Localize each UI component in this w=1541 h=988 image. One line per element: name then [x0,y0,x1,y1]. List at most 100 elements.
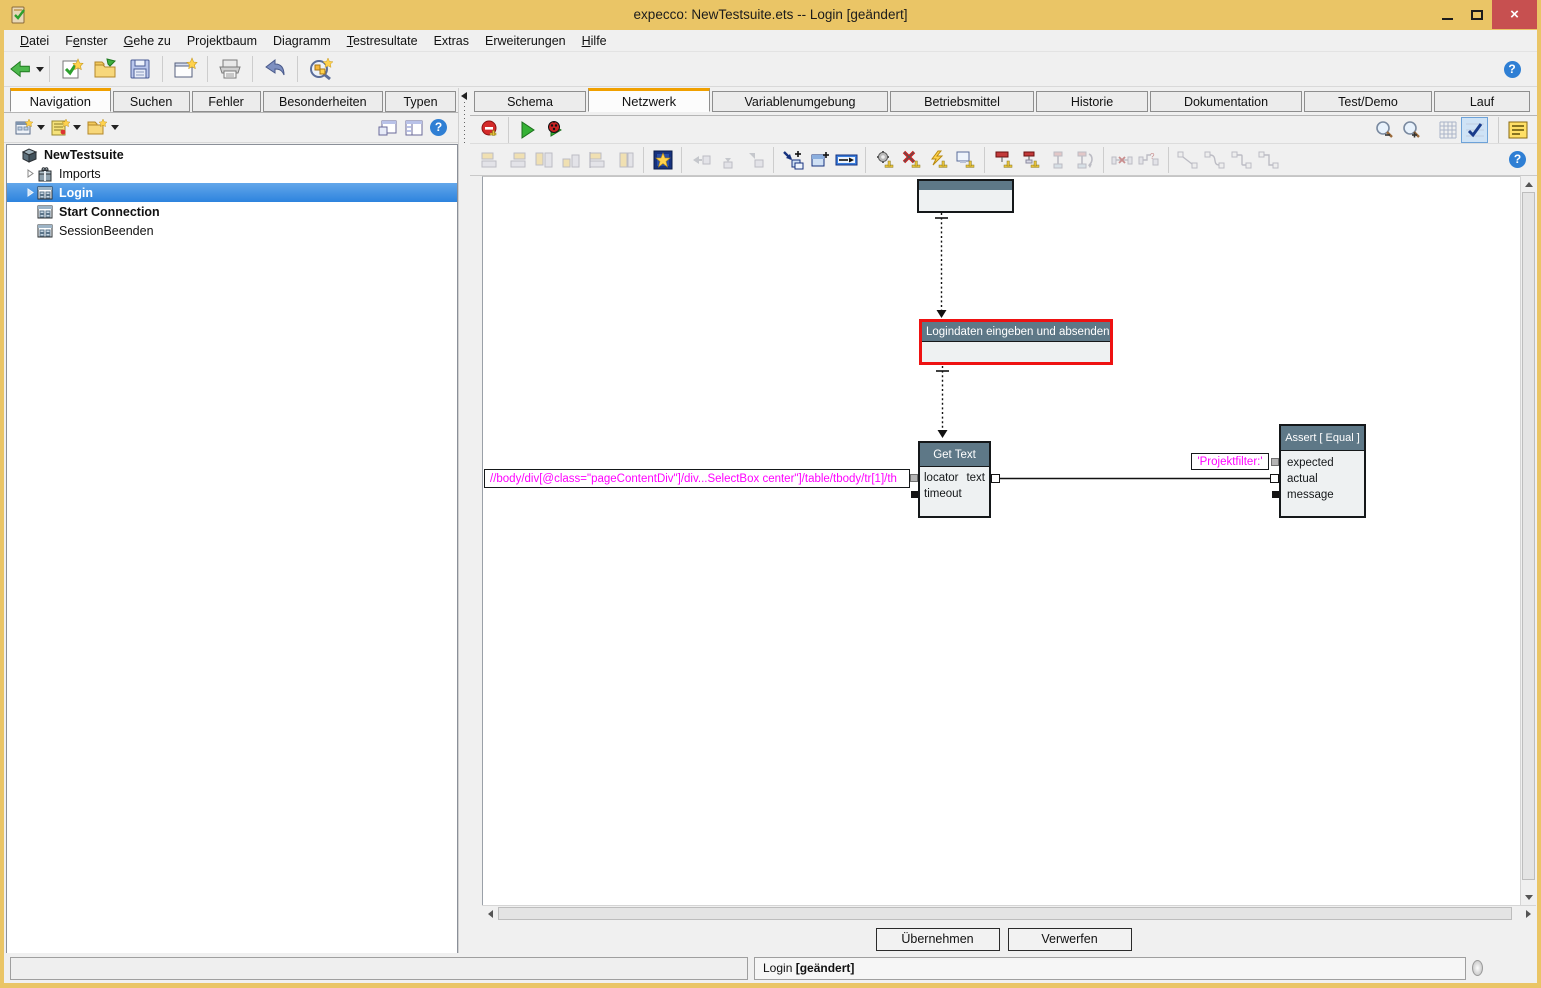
grid-toggle-button[interactable] [1434,117,1461,143]
debug-button[interactable] [541,117,568,143]
float-panel-button[interactable] [375,115,401,141]
tab-lauf[interactable]: Lauf [1434,91,1530,112]
menu-projektbaum[interactable]: Projektbaum [179,32,265,50]
new-view-chevron[interactable] [37,125,45,130]
minimize-button[interactable] [1432,0,1462,29]
diagram-node-get-text[interactable]: Get Text locator text timeout [918,441,991,518]
move-down-button[interactable] [714,147,741,173]
connector-rotate-button[interactable] [1071,147,1098,173]
new-folder-dropdown-button[interactable] [84,115,122,141]
add-pin-button[interactable] [806,147,833,173]
tab-test-demo[interactable]: Test/Demo [1304,91,1432,112]
tab-netzwerk[interactable]: Netzwerk [588,88,710,112]
panel-splitter[interactable] [458,88,470,982]
tab-fehler[interactable]: Fehler [192,91,261,112]
diagram-node-assert-equal[interactable]: Assert [ Equal ] expected actual message [1279,424,1366,518]
connection-query-button[interactable]: ? [1136,147,1163,173]
insert-inline-button[interactable] [833,147,860,173]
align-h-center-button[interactable] [584,147,611,173]
pin-square-message[interactable] [1272,491,1279,498]
tab-historie[interactable]: Historie [1036,91,1148,112]
new-folder-chevron[interactable] [111,125,119,130]
align-top-button[interactable] [530,147,557,173]
scroll-right-arrow[interactable] [1520,906,1536,922]
back-dropdown-chevron[interactable] [36,67,44,72]
remove-breakpoint-button[interactable] [476,117,503,143]
pin-square-text-output[interactable] [991,474,1000,483]
pin-text[interactable]: text [966,472,985,484]
tree-row-imports[interactable]: Imports [7,164,457,183]
horizontal-scroll-thumb[interactable] [498,907,1512,920]
align-left-button[interactable] [476,147,503,173]
new-item-chevron[interactable] [73,125,81,130]
pin-screen-button[interactable] [952,147,979,173]
save-button[interactable] [123,54,157,84]
canvas-horizontal-scrollbar[interactable] [482,905,1536,921]
zoom-out-button[interactable] [1370,117,1397,143]
pin-square-locator-connected[interactable] [910,474,918,482]
new-view-dropdown-button[interactable] [12,115,48,141]
pin-square-expected-connected[interactable] [1271,458,1279,466]
close-button[interactable]: × [1492,0,1537,29]
menu-gehe-zu[interactable]: Gehe zu [116,32,179,50]
expand-chevron-icon[interactable] [23,188,37,197]
diagram-node-step-highlighted[interactable]: Logindaten eingeben und absenden [919,319,1113,365]
settings-search-button[interactable] [303,54,337,84]
tree-row-start-connection[interactable]: Start Connection [7,202,457,221]
move-out-button[interactable] [741,147,768,173]
align-v-center-button[interactable] [611,147,638,173]
menu-diagramm[interactable]: Diagramm [265,32,339,50]
connection-delete-button[interactable] [1109,147,1136,173]
menu-erweiterungen[interactable]: Erweiterungen [477,32,574,50]
new-testsuite-button[interactable] [55,54,89,84]
undo-button[interactable] [258,54,292,84]
discard-button[interactable]: Verwerfen [1008,928,1132,951]
expected-literal-value[interactable]: 'Projektfilter:' [1191,453,1269,470]
expand-chevron-icon[interactable] [23,169,37,178]
line-stepped-button[interactable] [1228,147,1255,173]
tab-betriebsmittel[interactable]: Betriebsmittel [890,91,1034,112]
diagram-properties-button[interactable] [1504,117,1531,143]
vertical-scroll-thumb[interactable] [1522,192,1535,880]
new-step-button[interactable] [649,147,676,173]
pin-actual[interactable]: actual [1287,473,1318,485]
tab-schema[interactable]: Schema [474,91,586,112]
tab-dokumentation[interactable]: Dokumentation [1150,91,1302,112]
navigation-help-button[interactable]: ? [427,115,450,141]
line-diagonal-button[interactable] [1174,147,1201,173]
tab-suchen[interactable]: Suchen [113,91,190,112]
tab-typen[interactable]: Typen [385,91,456,112]
line-ortho-button[interactable] [1255,147,1282,173]
run-button[interactable] [514,117,541,143]
split-panel-button[interactable] [401,115,427,141]
print-button[interactable] [213,54,247,84]
pin-trigger-button[interactable] [925,147,952,173]
pin-message[interactable]: message [1287,489,1334,501]
pin-square-timeout[interactable] [911,491,918,498]
pin-expected[interactable]: expected [1287,457,1334,469]
locator-literal-value[interactable]: //body/div[@class="pageContentDiv"]/div.… [484,469,910,488]
menu-testresultate[interactable]: Testresultate [339,32,426,50]
diagram-help-button[interactable]: ? [1504,147,1531,173]
tree-row-login[interactable]: Login [7,183,457,202]
flag-bottom-button[interactable] [1017,147,1044,173]
maximize-button[interactable] [1462,0,1492,29]
scroll-down-arrow[interactable] [1521,889,1537,905]
help-button[interactable]: ? [1495,54,1529,84]
add-connection-button[interactable] [779,147,806,173]
align-right-button[interactable] [503,147,530,173]
network-canvas[interactable]: Logindaten eingeben und absenden Get Tex… [482,176,1520,905]
pin-gear-button[interactable] [871,147,898,173]
new-window-button[interactable] [168,54,202,84]
snap-toggle-button[interactable] [1461,117,1488,143]
open-file-button[interactable] [89,54,123,84]
scroll-up-arrow[interactable] [1521,176,1537,192]
apply-button[interactable]: Übernehmen [876,928,1000,951]
menu-extras[interactable]: Extras [426,32,477,50]
pin-delete-button[interactable] [898,147,925,173]
menu-datei[interactable]: Datei [12,32,57,50]
tab-navigation[interactable]: Navigation [10,88,111,112]
pin-square-actual-input[interactable] [1270,474,1279,483]
diagram-node-partial[interactable] [917,179,1014,213]
connector-vertical-button[interactable] [1044,147,1071,173]
